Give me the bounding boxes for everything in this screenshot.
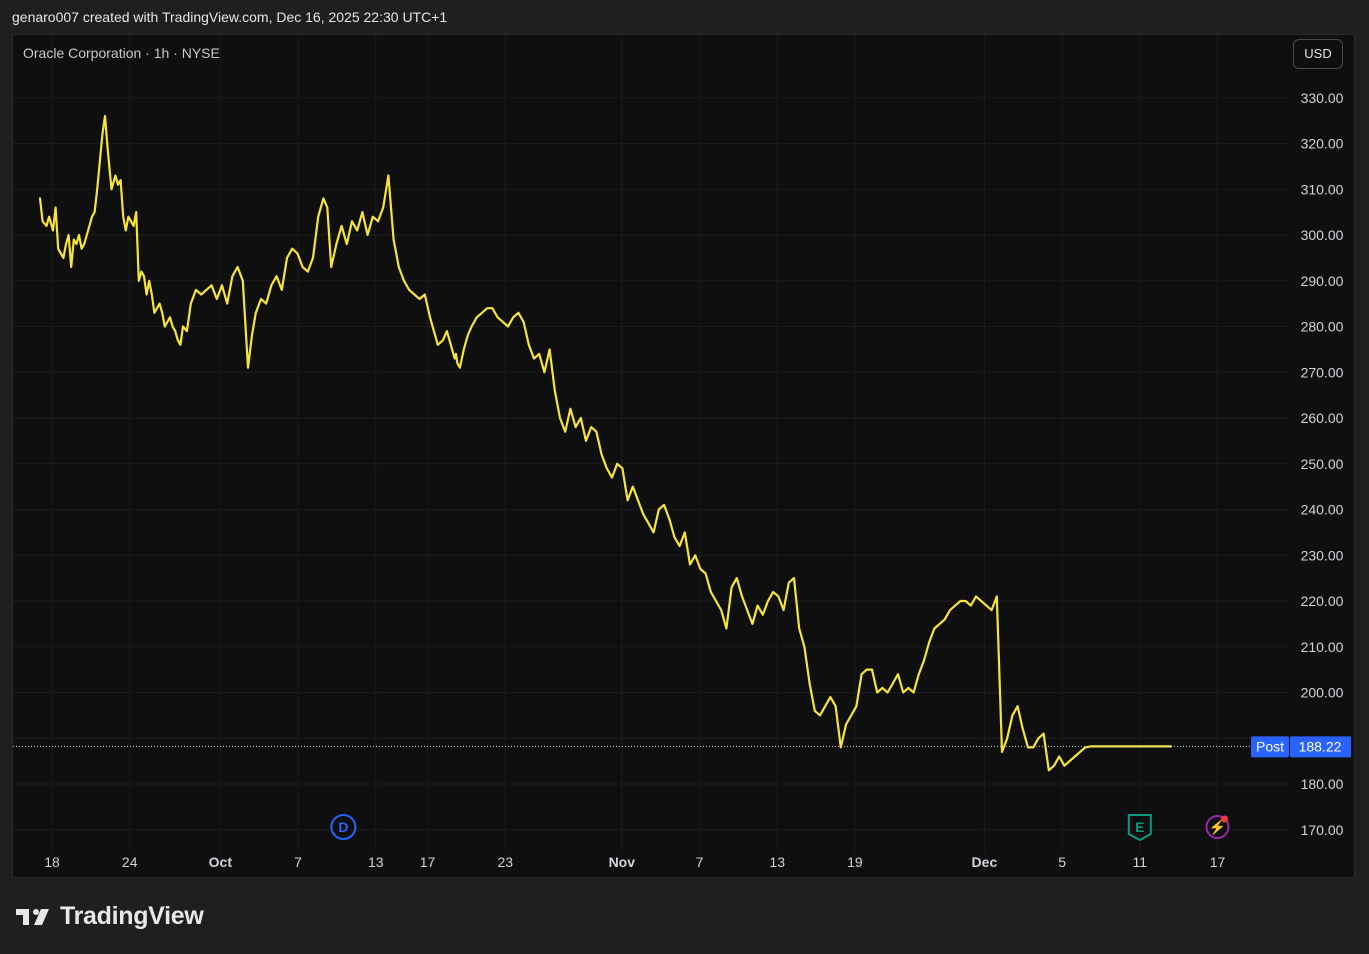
post-label: Post xyxy=(1256,738,1284,754)
x-tick-label: 13 xyxy=(368,854,384,870)
tradingview-logo-icon xyxy=(16,908,49,925)
event-marker-label: D xyxy=(338,819,348,835)
currency-button[interactable]: USD xyxy=(1293,39,1343,69)
x-tick-label: 7 xyxy=(696,854,704,870)
y-tick-label: 280.00 xyxy=(1301,319,1344,335)
x-tick-label: 17 xyxy=(420,854,436,870)
y-tick-label: 180.00 xyxy=(1301,776,1344,792)
event-marker-label: E xyxy=(1135,819,1144,835)
x-tick-label: 7 xyxy=(294,854,302,870)
grid-layer xyxy=(13,35,1288,852)
y-tick-label: 300.00 xyxy=(1301,227,1344,243)
x-tick-label: 19 xyxy=(847,854,863,870)
y-tick-label: 240.00 xyxy=(1301,502,1344,518)
y-tick-label: 270.00 xyxy=(1301,364,1344,380)
x-tick-label: 24 xyxy=(122,854,138,870)
y-tick-label: 170.00 xyxy=(1301,822,1344,838)
y-tick-label: 260.00 xyxy=(1301,410,1344,426)
x-tick-label: Nov xyxy=(609,854,636,870)
chart-title: Oracle Corporation · 1h · NYSE xyxy=(23,45,220,61)
x-tick-label: Oct xyxy=(209,854,233,870)
last-value-layer: Post 188.22 xyxy=(13,736,1351,758)
last-price-label: 188.22 xyxy=(1299,738,1342,754)
x-tick-label: Dec xyxy=(972,854,998,870)
y-tick-label: 210.00 xyxy=(1301,639,1344,655)
y-tick-label: 200.00 xyxy=(1301,685,1344,701)
x-axis: 18 24 Oct 7 13 17 23 Nov 7 13 19 Dec 5 11 17 xyxy=(44,854,1225,870)
x-tick-label: 5 xyxy=(1058,854,1066,870)
y-tick-label: 320.00 xyxy=(1301,136,1344,152)
price-chart[interactable]: 170.00 180.00 200.00 210.00 220.00 230.00 240.… xyxy=(0,0,1369,954)
event-markers: D E ⚡ xyxy=(330,814,1230,842)
x-tick-label: 13 xyxy=(769,854,785,870)
event-marker-label: ⚡ xyxy=(1209,819,1226,836)
x-tick-label: 18 xyxy=(44,854,60,870)
price-line xyxy=(38,114,1173,772)
y-axis: 170.00 180.00 200.00 210.00 220.00 230.00 240.… xyxy=(1301,90,1344,838)
y-tick-label: 330.00 xyxy=(1301,90,1344,106)
y-tick-label: 310.00 xyxy=(1301,181,1344,197)
tradingview-logo[interactable]: TradingView xyxy=(16,902,204,931)
x-tick-label: 23 xyxy=(497,854,513,870)
line-layer xyxy=(38,114,1173,772)
y-tick-label: 250.00 xyxy=(1301,456,1344,472)
y-tick-label: 230.00 xyxy=(1301,547,1344,563)
x-tick-label: 11 xyxy=(1133,854,1148,870)
x-tick-label: 17 xyxy=(1210,854,1226,870)
brand-name: TradingView xyxy=(60,902,204,930)
y-tick-label: 220.00 xyxy=(1301,593,1344,609)
y-tick-label: 290.00 xyxy=(1301,273,1344,289)
